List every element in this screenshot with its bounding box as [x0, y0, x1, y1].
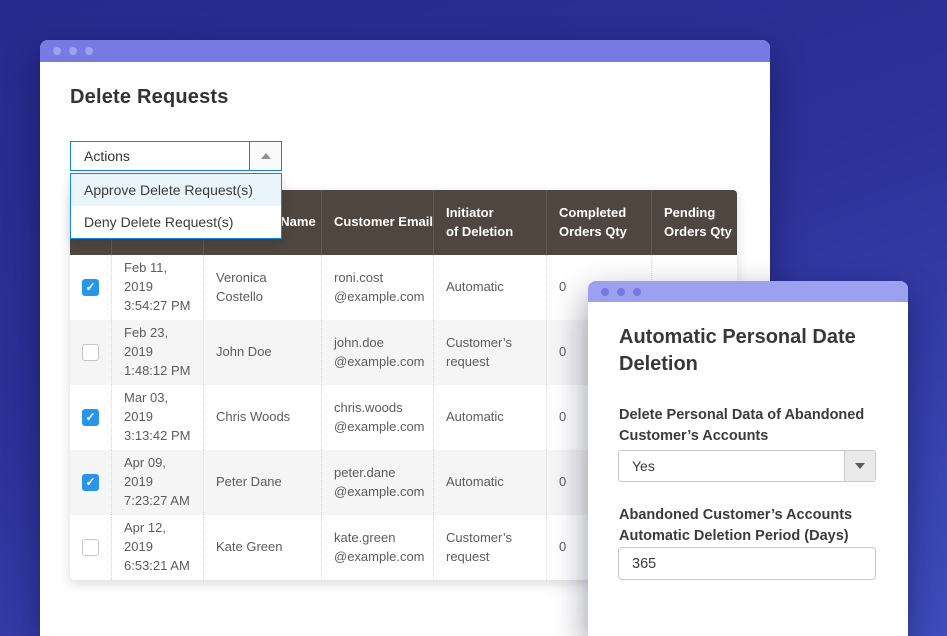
window-dot-icon — [617, 288, 625, 296]
cell-date: Feb 11, 20193:54:27 PM — [112, 255, 204, 320]
cell-customer-email: chris.woods@example.com — [322, 385, 434, 450]
delete-abandoned-select[interactable]: Yes — [618, 450, 876, 482]
caret-up-icon — [261, 153, 271, 159]
cell-initiator: Automatic — [434, 450, 547, 515]
column-header[interactable]: Customer Email — [322, 190, 434, 255]
cell-date: Feb 23, 20191:48:12 PM — [112, 320, 204, 385]
row-checkbox[interactable] — [82, 344, 99, 361]
cell-customer-name: Kate Green — [204, 515, 322, 580]
column-header[interactable]: PendingOrders Qty — [652, 190, 737, 255]
cell-select — [70, 320, 112, 385]
cell-select — [70, 515, 112, 580]
window-dot-icon — [633, 288, 641, 296]
delete-abandoned-label: Delete Personal Data of Abandoned Custom… — [619, 405, 879, 447]
cell-customer-email: roni.cost@example.com — [322, 255, 434, 320]
actions-dropdown-label: Actions — [71, 142, 249, 170]
cell-customer-name: Chris Woods — [204, 385, 322, 450]
cell-initiator: Automatic — [434, 385, 547, 450]
actions-dropdown-list: Approve Delete Request(s)Deny Delete Req… — [70, 173, 282, 239]
cell-date: Apr 09, 20197:23:27 AM — [112, 450, 204, 515]
cell-customer-email: john.doe@example.com — [322, 320, 434, 385]
cell-customer-name: Veronica Costello — [204, 255, 322, 320]
actions-dropdown-toggle[interactable] — [249, 142, 281, 170]
page-title: Delete Requests — [70, 86, 229, 109]
settings-window-titlebar — [588, 281, 908, 302]
deletion-period-input[interactable] — [618, 547, 876, 580]
cell-select: ✓ — [70, 450, 112, 515]
row-checkbox[interactable] — [82, 539, 99, 556]
actions-dropdown[interactable]: Actions — [70, 141, 282, 171]
settings-title: Automatic Personal Date Deletion — [619, 324, 879, 378]
row-checkbox[interactable]: ✓ — [82, 409, 99, 426]
cell-select: ✓ — [70, 255, 112, 320]
actions-option[interactable]: Deny Delete Request(s) — [71, 206, 281, 238]
cell-customer-email: peter.dane@example.com — [322, 450, 434, 515]
cell-initiator: Automatic — [434, 255, 547, 320]
cell-initiator: Customer’s request — [434, 515, 547, 580]
cell-select: ✓ — [70, 385, 112, 450]
cell-date: Mar 03, 20193:13:42 PM — [112, 385, 204, 450]
window-dot-icon — [69, 47, 77, 55]
window-dot-icon — [85, 47, 93, 55]
deletion-period-label: Abandoned Customer’s Accounts Automatic … — [619, 505, 879, 547]
column-header[interactable]: Initiatorof Deletion — [434, 190, 547, 255]
window-dot-icon — [601, 288, 609, 296]
row-checkbox[interactable]: ✓ — [82, 474, 99, 491]
chevron-down-icon — [855, 463, 865, 469]
select-toggle[interactable] — [844, 451, 875, 481]
window-dot-icon — [53, 47, 61, 55]
cell-customer-name: Peter Dane — [204, 450, 322, 515]
cell-customer-email: kate.green@example.com — [322, 515, 434, 580]
cell-initiator: Customer’s request — [434, 320, 547, 385]
column-header[interactable]: CompletedOrders Qty — [547, 190, 652, 255]
main-window-titlebar — [40, 40, 770, 62]
cell-customer-name: John Doe — [204, 320, 322, 385]
actions-option[interactable]: Approve Delete Request(s) — [71, 174, 281, 206]
cell-date: Apr 12, 20196:53:21 AM — [112, 515, 204, 580]
delete-abandoned-select-value: Yes — [619, 451, 844, 481]
row-checkbox[interactable]: ✓ — [82, 279, 99, 296]
settings-window: Automatic Personal Date Deletion Delete … — [588, 281, 908, 636]
